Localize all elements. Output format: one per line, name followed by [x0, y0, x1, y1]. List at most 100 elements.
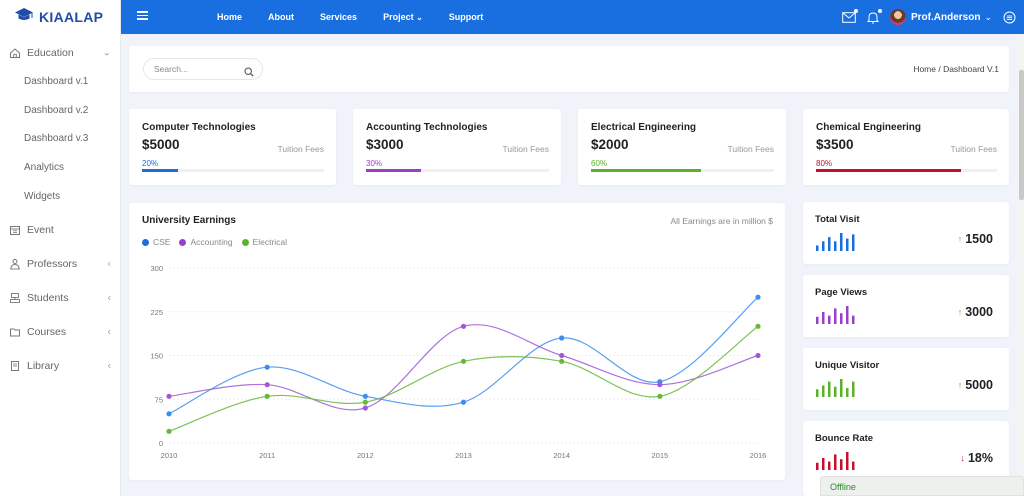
data-point-electrical — [166, 428, 172, 434]
spark-bar — [822, 385, 825, 397]
spark-bar — [822, 312, 825, 324]
progress-bar — [816, 169, 997, 172]
widget-title: Bounce Rate — [815, 433, 874, 444]
bell-icon[interactable] — [866, 9, 882, 24]
sidebar-subitem-dashboard-v2[interactable]: Dashboard v.2 — [0, 97, 121, 126]
scrollbar-thumb[interactable] — [1019, 70, 1024, 200]
sparkline-bars — [816, 306, 855, 324]
data-point-electrical — [362, 399, 368, 405]
top-header: Home About Services Project ⌄ Support Pr… — [121, 0, 1024, 34]
spark-bar — [840, 459, 843, 470]
data-point-electrical — [264, 393, 270, 399]
chevron-down-icon[interactable]: ⌄ — [984, 12, 992, 23]
sidebar-subitem-dashboard-v1[interactable]: Dashboard v.1 — [0, 68, 121, 97]
sidebar-item-label: Courses — [27, 326, 67, 339]
stat-card: Computer Technologies $5000 Tuition Fees… — [129, 109, 336, 185]
widget-value: 18% — [967, 451, 993, 465]
menu-toggle-icon[interactable] — [137, 11, 148, 20]
university-earnings-card: University Earnings All Earnings are in … — [129, 203, 785, 480]
stat-amount: $3500 — [816, 137, 854, 152]
widget-value: 1500 — [965, 232, 993, 246]
avatar[interactable] — [890, 9, 906, 25]
spark-bar — [852, 461, 855, 470]
sidebar-item-label: Students — [27, 292, 69, 305]
x-tick-label: 2015 — [651, 451, 668, 460]
data-point-accounting — [559, 352, 565, 359]
stat-card: Accounting Technologies $3000 Tuition Fe… — [353, 109, 561, 185]
nav-support[interactable]: Support — [449, 12, 484, 22]
spark-bar — [828, 461, 831, 470]
y-tick-label: 0 — [159, 439, 163, 448]
header-actions: Prof.Anderson ⌄ — [842, 0, 1016, 34]
nav-about[interactable]: About — [268, 12, 294, 22]
sidebar-item-professors[interactable]: Professors ‹ — [0, 249, 121, 279]
search-input[interactable] — [154, 64, 239, 74]
breadcrumb[interactable]: Home / Dashboard V.1 — [913, 64, 999, 74]
data-point-cse — [362, 393, 368, 399]
search-icon[interactable] — [244, 64, 254, 82]
progress-fill — [366, 169, 421, 172]
widget-value: 5000 — [965, 378, 993, 392]
spark-bar — [834, 241, 837, 251]
widget-title: Total Visit — [815, 214, 860, 225]
sparkline-bars — [816, 379, 855, 397]
top-nav: Home About Services Project ⌄ Support — [217, 0, 509, 34]
earnings-line-chart: 0 75 150 225 300 2010 2011 2012 2013 2014 2015 2016 — [150, 264, 767, 460]
y-tick-label: 75 — [155, 395, 163, 404]
x-tick-label: 2013 — [455, 451, 472, 460]
widget-unique-visitor: Unique Visitor ↑ 5000 — [803, 348, 1009, 410]
sidebar-item-courses[interactable]: Courses ‹ — [0, 317, 121, 347]
widget-value-box: ↑ 5000 — [958, 378, 993, 392]
widget-value-box: ↑ 3000 — [958, 305, 993, 319]
nav-services[interactable]: Services — [320, 12, 357, 22]
sidebar-item-library[interactable]: Library ‹ — [0, 351, 121, 381]
spark-bar — [840, 233, 843, 251]
sidebar-item-event[interactable]: Event — [0, 215, 121, 245]
chevron-down-icon: ⌄ — [102, 47, 111, 59]
sidebar-nav: Education ⌄ Dashboard v.1 Dashboard v.2 … — [0, 38, 121, 381]
courses-icon — [8, 326, 21, 339]
sidebar-item-education[interactable]: Education ⌄ — [0, 38, 121, 68]
trend-up-icon: ↑ — [957, 380, 963, 390]
page-scrollbar[interactable] — [1018, 34, 1024, 496]
sidebar-subitem-dashboard-v3[interactable]: Dashboard v.3 — [0, 125, 121, 154]
spark-bar — [828, 237, 831, 251]
chevron-left-icon: ‹ — [107, 258, 111, 270]
nav-home[interactable]: Home — [217, 12, 242, 22]
y-tick-label: 300 — [150, 264, 163, 273]
x-tick-label: 2016 — [750, 451, 767, 460]
settings-circle-icon[interactable] — [1002, 10, 1016, 24]
user-name[interactable]: Prof.Anderson — [911, 12, 980, 23]
data-point-accounting — [362, 405, 368, 411]
trend-up-icon: ↑ — [957, 307, 963, 317]
spark-bar — [834, 454, 837, 470]
stat-percent: 80% — [816, 159, 833, 168]
sparkline-bars — [816, 452, 855, 470]
progress-bar — [142, 169, 324, 172]
widget-total-visit: Total Visit ↑ 1500 — [803, 202, 1009, 264]
chevron-left-icon: ‹ — [107, 360, 111, 372]
search-box — [143, 58, 263, 80]
data-point-accounting — [657, 382, 663, 388]
brand-name: KIAALAP — [39, 9, 104, 25]
nav-project[interactable]: Project ⌄ — [383, 12, 423, 22]
logo[interactable]: KIAALAP — [0, 0, 120, 34]
data-point-electrical — [460, 358, 467, 364]
search-bar-card: Home / Dashboard V.1 — [129, 46, 1009, 92]
data-point-accounting — [755, 352, 761, 359]
professor-icon — [8, 258, 21, 271]
sidebar-subitem-widgets[interactable]: Widgets — [0, 183, 121, 212]
data-point-accounting — [264, 382, 270, 388]
mail-icon[interactable] — [842, 9, 858, 24]
spark-bar — [828, 381, 831, 397]
trend-up-icon: ↑ — [957, 234, 963, 244]
chevron-left-icon: ‹ — [107, 326, 111, 338]
sidebar-subitem-analytics[interactable]: Analytics — [0, 154, 121, 183]
progress-bar — [591, 169, 774, 172]
widget-title: Page Views — [815, 287, 868, 298]
stat-amount: $2000 — [591, 137, 629, 152]
sidebar-item-students[interactable]: Students ‹ — [0, 283, 121, 313]
sparkline-bars — [816, 233, 855, 251]
offline-status[interactable]: Offline — [820, 476, 1024, 496]
y-tick-label: 150 — [150, 352, 163, 361]
